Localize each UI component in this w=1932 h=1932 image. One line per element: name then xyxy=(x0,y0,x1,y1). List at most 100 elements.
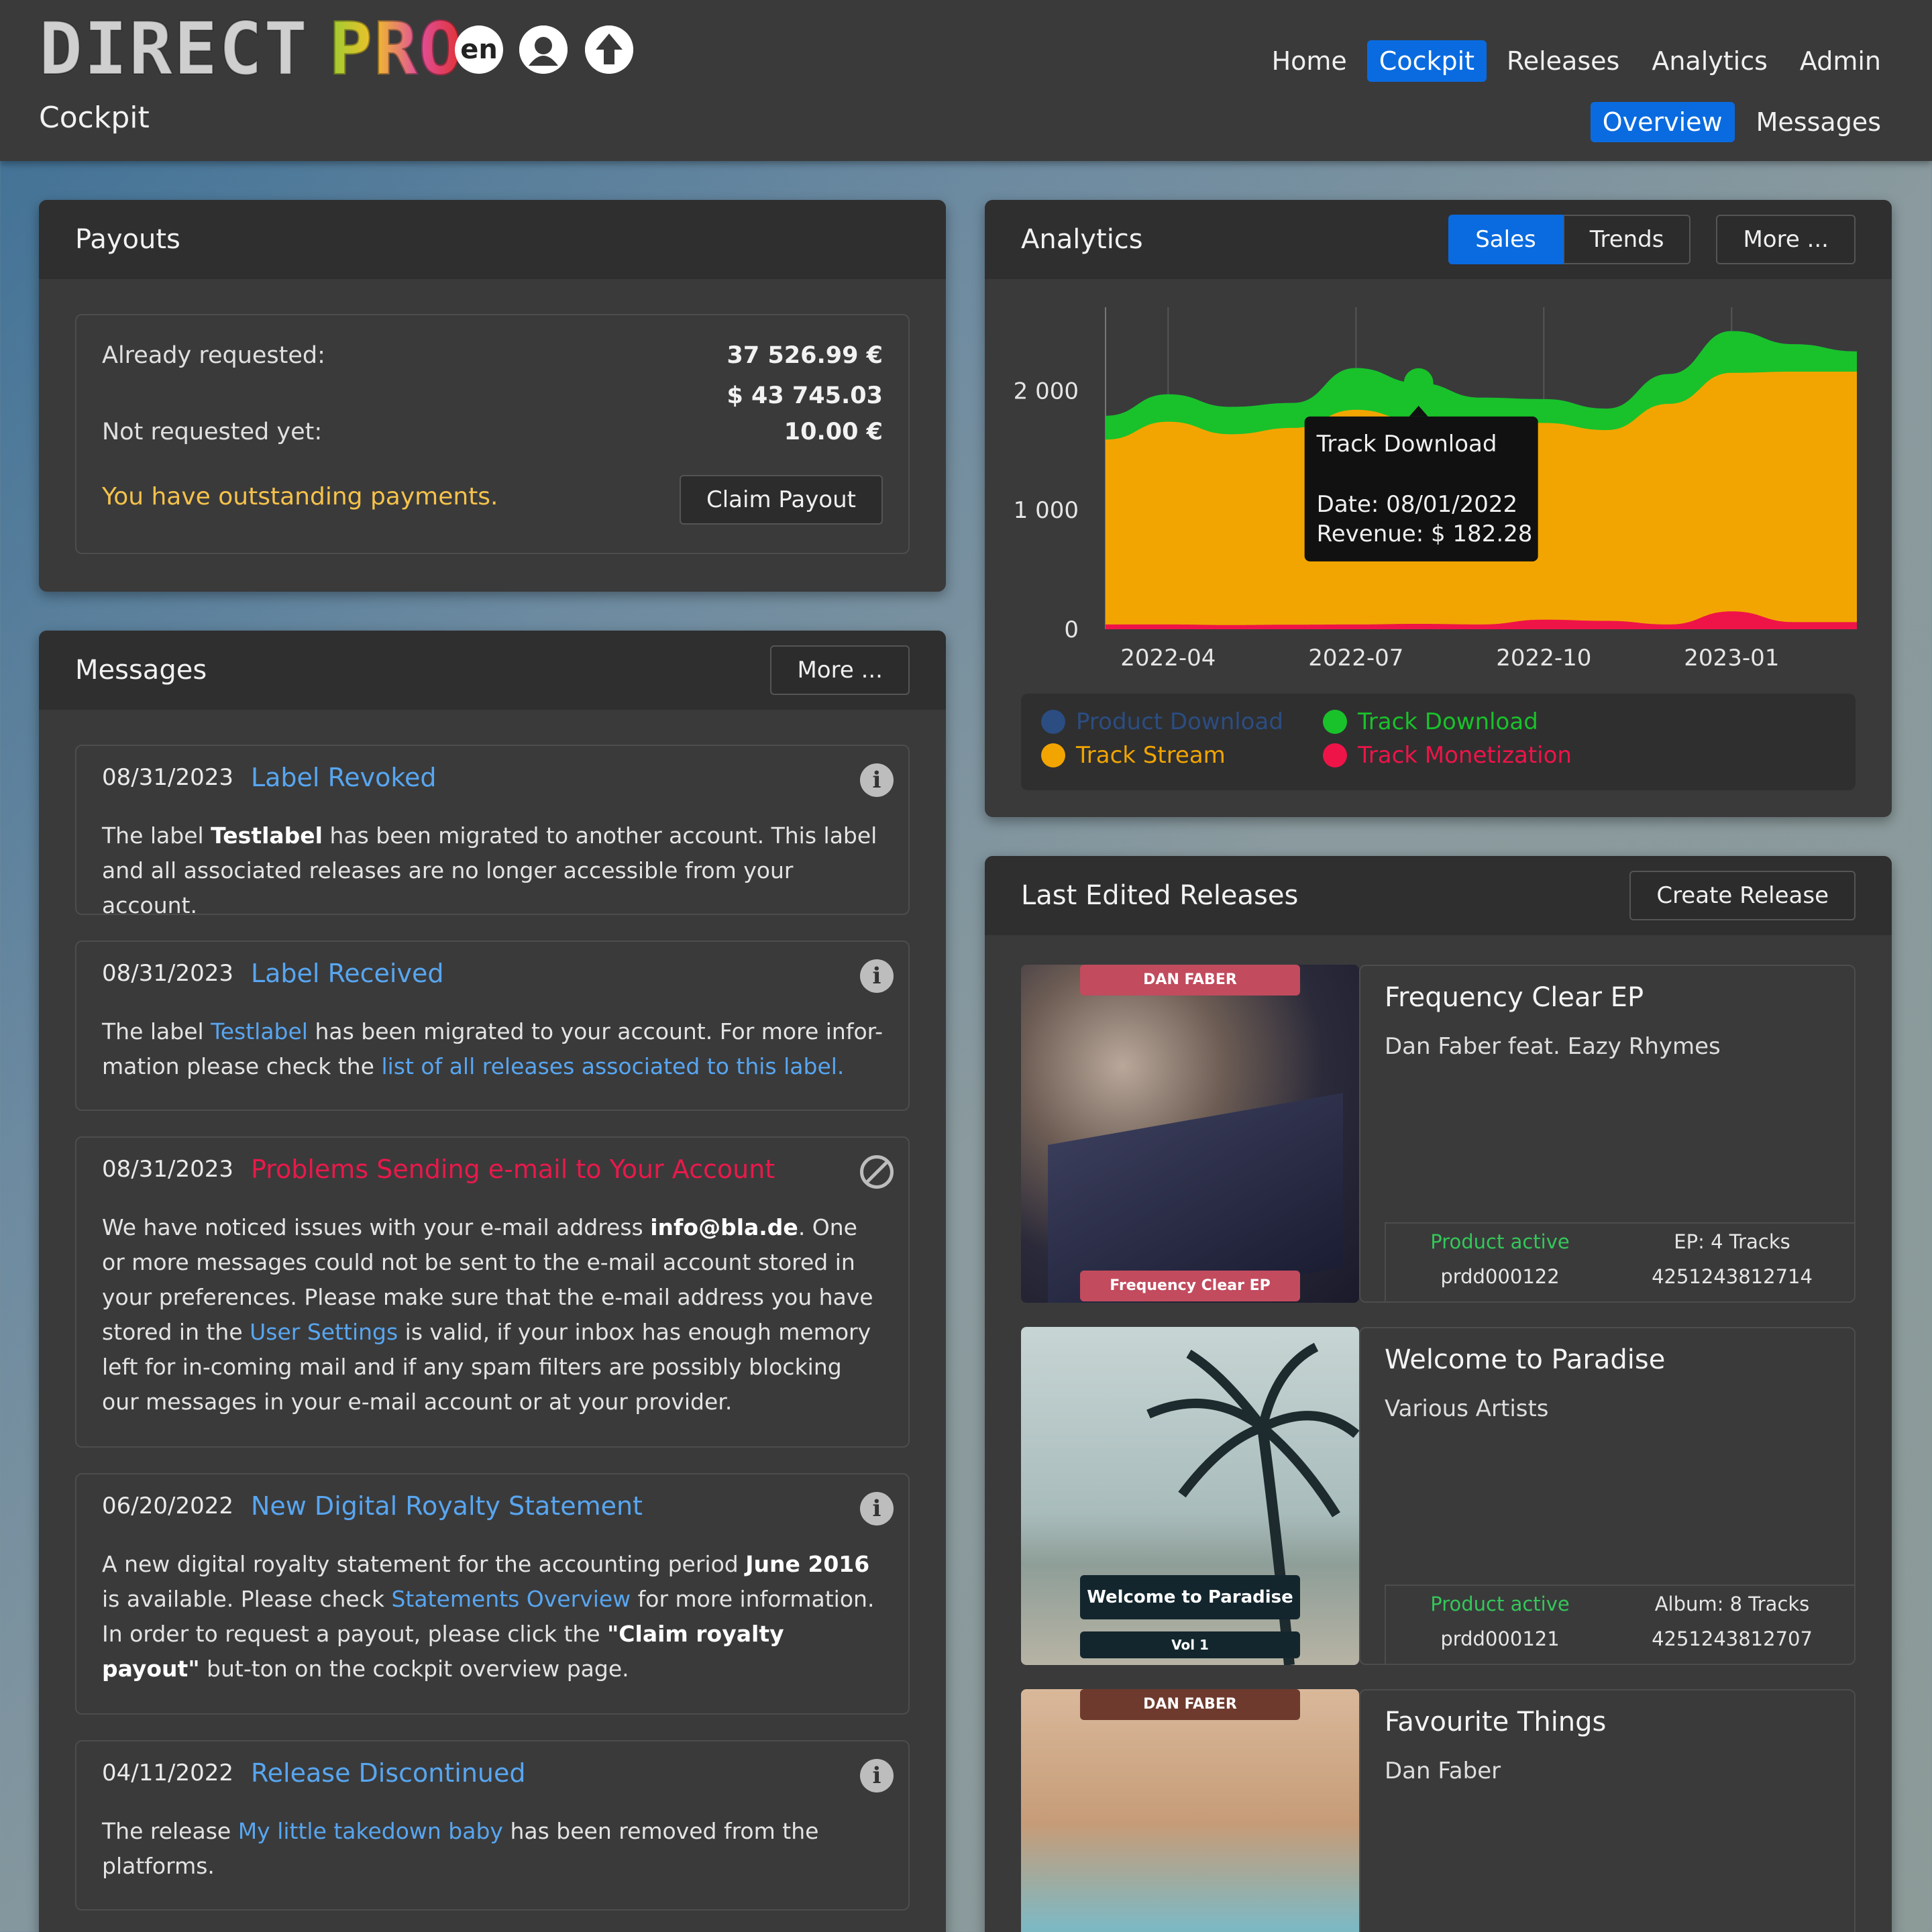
cover-artist-badge: DAN FABER xyxy=(1080,965,1300,996)
claim-payout-button[interactable]: Claim Payout xyxy=(679,475,883,525)
analytics-more-button[interactable]: More ... xyxy=(1716,215,1856,264)
nav-admin[interactable]: Admin xyxy=(1788,40,1893,82)
legend-item-track-stream[interactable]: Track Stream xyxy=(1041,742,1226,769)
release-card[interactable]: DAN FABER Frequency Clear EP Frequency C… xyxy=(1021,965,1856,1303)
x-tick-label: 2023-01 xyxy=(1684,645,1779,672)
info-icon[interactable]: i xyxy=(860,1492,894,1525)
cover-title-badge: Welcome to Paradise xyxy=(1080,1575,1300,1619)
subnav-messages[interactable]: Messages xyxy=(1744,102,1893,142)
release-title[interactable]: Frequency Clear EP xyxy=(1385,982,1644,1013)
cover-title-badge: Frequency Clear EP xyxy=(1080,1271,1300,1301)
release-info: Frequency Clear EP Dan Faber feat. Eazy … xyxy=(1359,965,1856,1303)
message-body: The label Testlabel has been migrated to… xyxy=(102,818,883,923)
release-title[interactable]: Welcome to Paradise xyxy=(1385,1344,1665,1375)
page-title: Cockpit xyxy=(39,101,150,135)
chart-legend: Product Download Track Download Track St… xyxy=(1021,694,1856,790)
message-item[interactable]: 06/20/2022 New Digital Royalty Statement… xyxy=(75,1473,910,1715)
main-nav: Home Cockpit Releases Analytics Admin xyxy=(1260,40,1893,82)
message-item[interactable]: 08/31/2023 Label Revoked i The label Tes… xyxy=(75,745,910,918)
not-requested-label: Not requested yet: xyxy=(102,419,323,445)
statements-overview-link[interactable]: Statements Overview xyxy=(391,1586,631,1612)
nav-home[interactable]: Home xyxy=(1260,40,1359,82)
ban-icon[interactable] xyxy=(860,1155,894,1189)
messages-title: Messages xyxy=(75,655,207,686)
message-body: The label Testlabel has been migrated to… xyxy=(102,1014,883,1084)
message-date: 08/31/2023 xyxy=(102,764,233,791)
nav-analytics[interactable]: Analytics xyxy=(1640,40,1780,82)
message-bold: Testlabel xyxy=(211,822,323,849)
x-tick-label: 2022-07 xyxy=(1308,645,1403,672)
message-text: We have noticed issues with your e-mail … xyxy=(102,1214,651,1240)
top-header: DIRECT PRO en Cockpit Home Cockpit Relea… xyxy=(0,0,1932,161)
user-settings-link[interactable]: User Settings xyxy=(250,1319,398,1345)
release-cover[interactable]: DAN FABER xyxy=(1021,1689,1359,1932)
release-cover[interactable]: DAN FABER Frequency Clear EP xyxy=(1021,965,1359,1303)
legend-dot xyxy=(1323,743,1347,767)
tab-sales[interactable]: Sales xyxy=(1448,215,1563,264)
analytics-panel: Analytics Sales Trends More ... 2022-04 2… xyxy=(985,200,1892,817)
label-link[interactable]: Testlabel xyxy=(211,1018,308,1044)
payouts-title: Payouts xyxy=(75,224,180,255)
upload-icon[interactable] xyxy=(585,25,633,74)
message-item[interactable]: 08/31/2023 Problems Sending e-mail to Yo… xyxy=(75,1136,910,1448)
analytics-title: Analytics xyxy=(1021,224,1143,255)
y-tick-label: 1 000 xyxy=(1014,497,1079,524)
sub-nav: Overview Messages xyxy=(1590,102,1893,142)
message-item[interactable]: 08/31/2023 Label Received i The label Te… xyxy=(75,941,910,1111)
language-switch[interactable]: en xyxy=(455,25,503,74)
releases-header: Last Edited Releases Create Release xyxy=(985,856,1892,935)
message-text: A new digital royalty statement for the … xyxy=(102,1551,746,1577)
release-card[interactable]: DAN FABER Favourite Things Dan Faber xyxy=(1021,1689,1856,1932)
sales-chart[interactable]: 2022-04 2022-07 2022-10 2023-01 0 1 000 2 000 T… xyxy=(985,294,1892,683)
nav-cockpit[interactable]: Cockpit xyxy=(1366,40,1487,82)
release-title[interactable]: Favourite Things xyxy=(1385,1707,1606,1737)
message-title[interactable]: Label Received xyxy=(251,959,444,988)
logo-word-direct: DIRECT xyxy=(38,7,309,91)
message-title[interactable]: Label Revoked xyxy=(251,763,437,792)
user-icon[interactable] xyxy=(519,25,568,74)
message-title[interactable]: New Digital Royalty Statement xyxy=(251,1491,643,1521)
legend-dot xyxy=(1041,710,1065,734)
releases-panel: Last Edited Releases Create Release DAN … xyxy=(985,856,1892,1932)
analytics-header: Analytics Sales Trends More ... xyxy=(985,200,1892,279)
message-bold: June 2016 xyxy=(745,1551,870,1577)
message-item[interactable]: 04/11/2022 Release Discontinued i The re… xyxy=(75,1740,910,1911)
highlight-point xyxy=(1403,368,1434,398)
messages-header: Messages More ... xyxy=(39,631,946,710)
tab-trends[interactable]: Trends xyxy=(1562,215,1691,264)
legend-label: Track Stream xyxy=(1076,742,1226,769)
direct-pro-logo[interactable]: DIRECT PRO xyxy=(38,7,464,91)
tooltip-line: Date: 08/01/2022 xyxy=(1317,491,1517,518)
payouts-panel: Payouts Already requested: 37 526.99 € $… xyxy=(39,200,946,592)
info-icon[interactable]: i xyxy=(860,959,894,993)
message-body: A new digital royalty statement for the … xyxy=(102,1547,883,1686)
legend-item-product-download[interactable]: Product Download xyxy=(1041,708,1283,735)
already-requested-usd: $ 43 745.03 xyxy=(727,382,883,409)
message-title[interactable]: Release Discontinued xyxy=(251,1758,526,1788)
message-text: is available. Please check xyxy=(102,1586,392,1612)
info-icon[interactable]: i xyxy=(860,1759,894,1792)
not-requested-eur: 10.00 € xyxy=(784,419,883,445)
release-artist: Various Artists xyxy=(1385,1395,1549,1422)
release-card[interactable]: Welcome to Paradise Vol 1 Welcome to Par… xyxy=(1021,1327,1856,1665)
release-info: Favourite Things Dan Faber xyxy=(1359,1689,1856,1932)
create-release-button[interactable]: Create Release xyxy=(1629,871,1856,920)
release-cover[interactable]: Welcome to Paradise Vol 1 xyxy=(1021,1327,1359,1665)
release-link[interactable]: My little takedown baby xyxy=(238,1818,503,1844)
legend-item-track-monetization[interactable]: Track Monetization xyxy=(1323,742,1572,769)
release-meta: Product active prdd000122 EP: 4 Tracks 4… xyxy=(1385,1222,1854,1301)
release-format: Album: 8 Tracks xyxy=(1654,1593,1810,1615)
subnav-overview[interactable]: Overview xyxy=(1590,102,1735,142)
payouts-header: Payouts xyxy=(39,200,946,279)
nav-releases[interactable]: Releases xyxy=(1495,40,1631,82)
legend-item-track-download[interactable]: Track Download xyxy=(1323,708,1538,735)
message-title[interactable]: Problems Sending e-mail to Your Account xyxy=(251,1155,775,1184)
already-requested-eur: 37 526.99 € xyxy=(727,342,883,369)
messages-more-button[interactable]: More ... xyxy=(770,645,910,695)
release-meta: Product active prdd000121 Album: 8 Track… xyxy=(1385,1585,1854,1664)
releases-list-link[interactable]: list of all releases associated to this … xyxy=(381,1053,844,1079)
tooltip-line: Track Download xyxy=(1316,431,1497,458)
message-date: 08/31/2023 xyxy=(102,1156,233,1183)
releases-title: Last Edited Releases xyxy=(1021,880,1299,911)
info-icon[interactable]: i xyxy=(860,763,894,797)
